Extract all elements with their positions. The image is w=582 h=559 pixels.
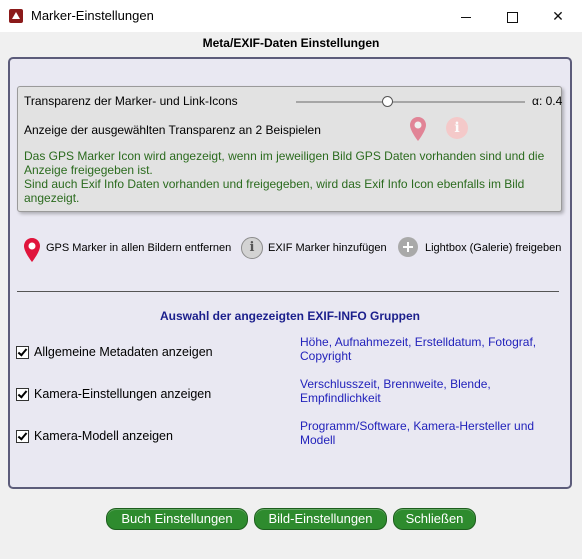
gps-marker-remove-label[interactable]: GPS Marker in allen Bildern entfernen (46, 242, 231, 254)
page-title: Meta/EXIF-Daten Einstellungen (202, 36, 380, 50)
plus-icon[interactable] (398, 237, 418, 257)
exif-info-icon[interactable] (241, 237, 263, 259)
checkbox-label[interactable]: Kamera-Modell anzeigen (34, 429, 173, 443)
window-title: Marker-Einstellungen (31, 8, 154, 23)
minimize-icon (461, 16, 471, 18)
example-label: Anzeige der ausgewählten Transparenz an … (24, 123, 321, 137)
dialog-content: Meta/EXIF-Daten Einstellungen Transparen… (0, 32, 582, 559)
marker-options-row: GPS Marker in allen Bildern entfernen EX… (10, 234, 570, 264)
transparency-info-text: Das GPS Marker Icon wird angezeigt, wenn… (24, 149, 554, 205)
maximize-button[interactable] (489, 0, 535, 32)
checkbox[interactable] (16, 430, 29, 443)
checkbox-label[interactable]: Kamera-Einstellungen anzeigen (34, 387, 211, 401)
settings-panel: Transparenz der Marker- und Link-Icons α… (8, 57, 572, 489)
info-line-exif: Sind auch Exif Info Daten vorhanden und … (24, 177, 525, 205)
transparency-label: Transparenz der Marker- und Link-Icons (24, 94, 238, 108)
lightbox-enable-label[interactable]: Lightbox (Galerie) freigeben (425, 242, 561, 254)
transparency-panel: Transparenz der Marker- und Link-Icons α… (17, 86, 562, 212)
transparency-slider[interactable] (296, 101, 525, 103)
exif-marker-add-label[interactable]: EXIF Marker hinzufügen (268, 242, 387, 254)
slider-thumb[interactable] (382, 96, 394, 107)
title-bar: Marker-Einstellungen ✕ (0, 0, 582, 32)
divider (17, 291, 559, 292)
maximize-icon (506, 11, 518, 23)
image-settings-button[interactable]: Bild-Einstellungen (254, 508, 387, 530)
exif-groups-title: Auswahl der angezeigten EXIF-INFO Gruppe… (159, 309, 421, 323)
alpha-value: α: 0.4 (532, 94, 563, 108)
gps-marker-icon[interactable] (23, 237, 41, 263)
exif-info-example-icon (446, 117, 468, 139)
general-metadata-desc: Höhe, Aufnahmezeit, Erstelldatum, Fotogr… (300, 335, 537, 363)
close-button[interactable]: Schließen (393, 508, 476, 530)
camera-settings-desc: Verschlusszeit, Brennweite, Blende, Empf… (300, 377, 491, 405)
checkbox[interactable] (16, 346, 29, 359)
close-window-button[interactable]: ✕ (535, 0, 581, 32)
gps-marker-example-icon (410, 117, 426, 141)
checkbox-label[interactable]: Allgemeine Metadaten anzeigen (34, 345, 213, 359)
close-icon: ✕ (552, 8, 564, 24)
info-line-gps: Das GPS Marker Icon wird angezeigt, wenn… (24, 149, 545, 177)
checkbox[interactable] (16, 388, 29, 401)
minimize-button[interactable] (443, 0, 489, 32)
camera-model-desc: Programm/Software, Kamera-Hersteller und… (300, 419, 535, 447)
book-settings-button[interactable]: Buch Einstellungen (106, 508, 248, 530)
app-icon (9, 9, 23, 23)
